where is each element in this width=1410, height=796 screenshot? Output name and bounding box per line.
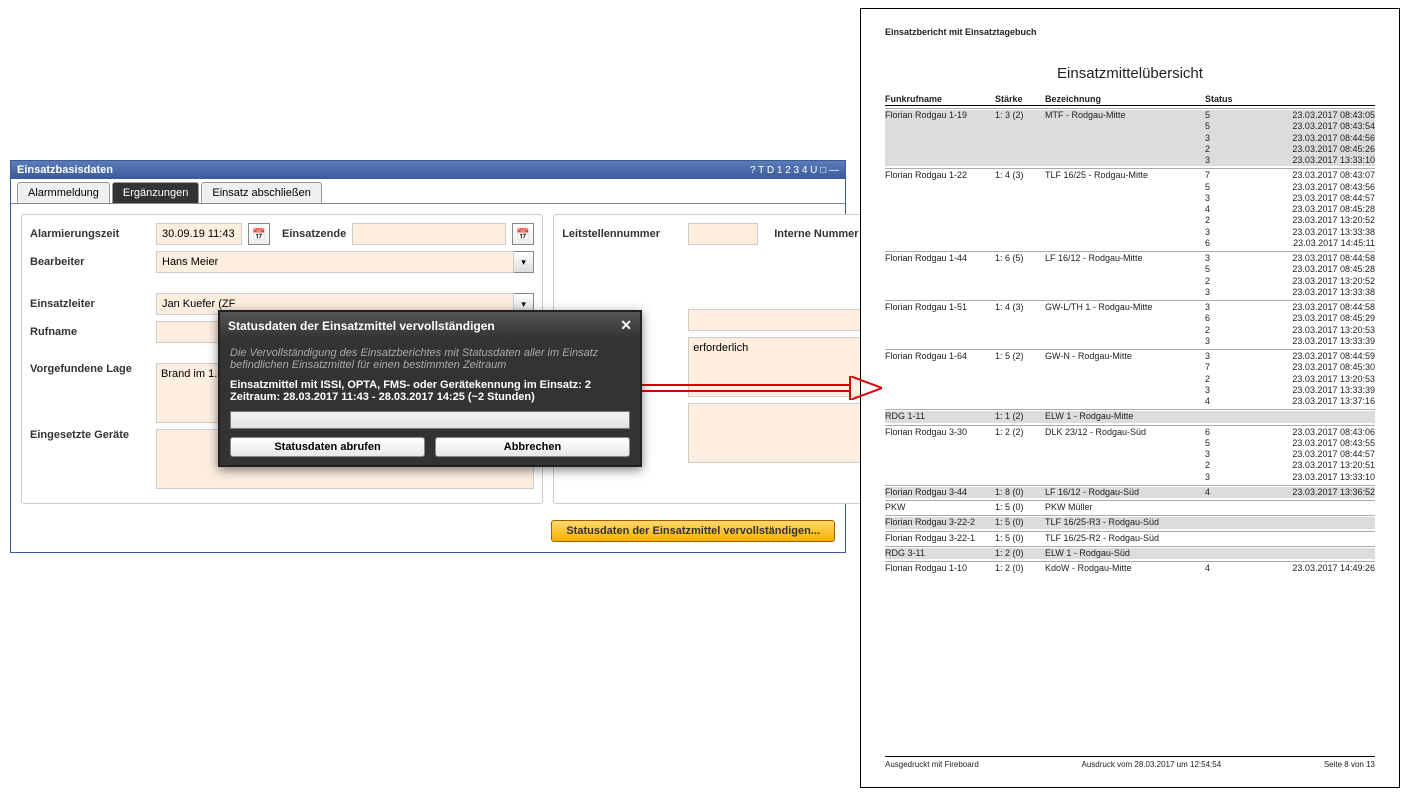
complete-status-button[interactable]: Statusdaten der Einsatzmittel vervollstä… — [551, 520, 835, 542]
col-staerke: Stärke — [995, 94, 1045, 104]
tab-einsatz-abschliessen[interactable]: Einsatz abschließen — [201, 182, 321, 203]
arrow-icon — [632, 376, 882, 400]
input-bearbeiter[interactable] — [156, 251, 514, 273]
table-row: Florian Rodgau 1-511: 4 (3)GW-L/TH 1 - R… — [885, 300, 1375, 347]
tab-bar: Alarmmeldung Ergänzungen Einsatz abschli… — [11, 179, 845, 204]
window-controls[interactable]: ? T D 1 2 3 4 U □ — — [750, 165, 839, 176]
modal-info: Einsatzmittel mit ISSI, OPTA, FMS- oder … — [230, 379, 630, 403]
report-footer: Ausgedruckt mit Fireboard Ausdruck vom 2… — [885, 756, 1375, 769]
report-table-body: Florian Rodgau 1-191: 3 (2)MTF - Rodgau-… — [885, 108, 1375, 574]
report-title: Einsatzmittelübersicht — [885, 65, 1375, 82]
table-row: Florian Rodgau 1-221: 4 (3)TLF 16/25 - R… — [885, 168, 1375, 249]
dropdown-icon[interactable] — [514, 251, 534, 273]
calendar-icon[interactable]: 📅 — [248, 223, 270, 245]
table-row: Florian Rodgau 1-191: 3 (2)MTF - Rodgau-… — [885, 108, 1375, 166]
report-table-header: Funkrufname Stärke Bezeichnung Status — [885, 94, 1375, 106]
col-status: Status — [1205, 94, 1235, 104]
input-leitstelle[interactable] — [688, 223, 758, 245]
table-row: Florian Rodgau 3-301: 2 (2)DLK 23/12 - R… — [885, 425, 1375, 483]
modal-body: Die Vervollständigung des Einsatzbericht… — [220, 339, 640, 465]
status-modal: Statusdaten der Einsatzmittel vervollstä… — [218, 310, 642, 467]
label-einsatzende: Einsatzende — [282, 228, 346, 240]
table-row: RDG 3-111: 2 (0)ELW 1 - Rodgau-Süd — [885, 546, 1375, 559]
modal-title: Statusdaten der Einsatzmittel vervollstä… — [228, 319, 495, 333]
input-alarmierungszeit[interactable] — [156, 223, 242, 245]
window-title: Einsatzbasisdaten — [17, 164, 113, 176]
label-alarmierungszeit: Alarmierungszeit — [30, 228, 150, 240]
col-bezeichnung: Bezeichnung — [1045, 94, 1205, 104]
tab-ergaenzungen[interactable]: Ergänzungen — [112, 182, 199, 203]
label-vorgefunden: Vorgefundene Lage — [30, 363, 150, 375]
table-row: Florian Rodgau 3-22-21: 5 (0)TLF 16/25-R… — [885, 515, 1375, 528]
input-einsatzende[interactable] — [352, 223, 506, 245]
table-row: Florian Rodgau 3-22-11: 5 (0)TLF 16/25-R… — [885, 531, 1375, 544]
footer-mid: Ausdruck vom 28.03.2017 um 12:54:54 — [1082, 760, 1222, 769]
close-icon[interactable]: ✕ — [620, 317, 632, 334]
calendar-icon[interactable]: 📅 — [512, 223, 534, 245]
footer-right: Seite 8 von 13 — [1324, 760, 1375, 769]
table-row: Florian Rodgau 1-441: 6 (5)LF 16/12 - Ro… — [885, 251, 1375, 298]
progress-bar — [230, 411, 630, 429]
modal-titlebar: Statusdaten der Einsatzmittel vervollstä… — [220, 312, 640, 339]
label-leitstelle: Leitstellennummer — [562, 228, 682, 240]
tab-alarmmeldung[interactable]: Alarmmeldung — [17, 182, 110, 203]
report-page: Einsatzbericht mit Einsatztagebuch Einsa… — [860, 8, 1400, 788]
cancel-button[interactable]: Abbrechen — [435, 437, 630, 457]
table-row: RDG 1-111: 1 (2)ELW 1 - Rodgau-Mitte — [885, 409, 1375, 422]
col-funkrufname: Funkrufname — [885, 94, 995, 104]
footer-left: Ausgedruckt mit Fireboard — [885, 760, 979, 769]
table-row: Florian Rodgau 1-101: 2 (0)KdoW - Rodgau… — [885, 561, 1375, 574]
window-titlebar: Einsatzbasisdaten ? T D 1 2 3 4 U □ — — [11, 161, 845, 179]
label-intern: Interne Nummer — [774, 228, 858, 240]
table-row: PKW1: 5 (0)PKW Müller — [885, 500, 1375, 513]
fetch-button[interactable]: Statusdaten abrufen — [230, 437, 425, 457]
table-row: Florian Rodgau 1-641: 5 (2)GW-N - Rodgau… — [885, 349, 1375, 407]
label-rufname: Rufname — [30, 326, 150, 338]
label-geraete: Eingesetzte Geräte — [30, 429, 150, 441]
footer-area: Statusdaten der Einsatzmittel vervollstä… — [11, 514, 845, 552]
modal-description: Die Vervollständigung des Einsatzbericht… — [230, 347, 630, 371]
label-einsatzleiter: Einsatzleiter — [30, 298, 150, 310]
table-row: Florian Rodgau 3-441: 8 (0)LF 16/12 - Ro… — [885, 485, 1375, 498]
report-subheader: Einsatzbericht mit Einsatztagebuch — [885, 27, 1375, 37]
col-time — [1235, 94, 1375, 104]
label-bearbeiter: Bearbeiter — [30, 256, 150, 268]
